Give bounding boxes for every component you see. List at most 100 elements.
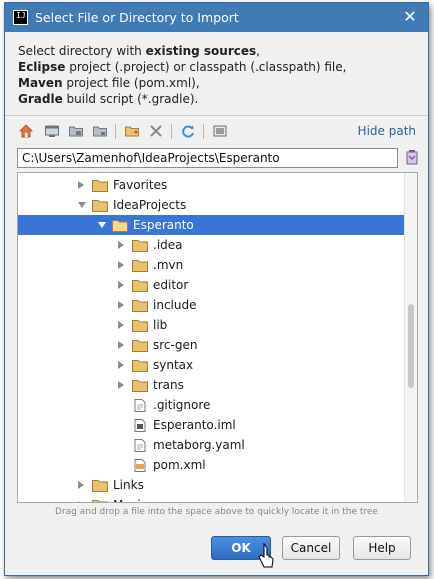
- tree-item-label: Music: [113, 498, 147, 502]
- collapsed-arrow-icon[interactable]: [78, 481, 84, 489]
- expanded-arrow-icon[interactable]: [98, 222, 106, 228]
- tree-row[interactable]: Esperanto: [18, 215, 405, 235]
- project-folder-icon[interactable]: [67, 122, 85, 140]
- collapsed-arrow-icon[interactable]: [118, 261, 124, 269]
- tree-row[interactable]: lib: [18, 315, 405, 335]
- tree-row[interactable]: metaborg.yaml: [18, 435, 405, 455]
- folder-icon: [132, 260, 148, 272]
- new-folder-icon[interactable]: [123, 122, 141, 140]
- tree-row[interactable]: editor: [18, 275, 405, 295]
- tree-item-label: include: [153, 298, 197, 312]
- tree-item-label: .mvn: [153, 258, 184, 272]
- file-tree[interactable]: Music Links pom.xml metaborg.yaml Esperanto.…: [17, 172, 418, 503]
- collapsed-arrow-icon[interactable]: [118, 321, 124, 329]
- dialog-window: IJ Select File or Directory to Import ✕ …: [4, 2, 429, 576]
- description: Select directory with existing sources, …: [18, 43, 418, 107]
- maven-file-icon: [134, 459, 146, 472]
- tree-row[interactable]: .gitignore: [18, 395, 405, 415]
- tree-item-label: src-gen: [153, 338, 198, 352]
- tree-row[interactable]: src-gen: [18, 335, 405, 355]
- dialog-title: Select File or Directory to Import: [35, 10, 239, 25]
- desc-line3-bold: Maven: [18, 76, 63, 90]
- tree-row[interactable]: trans: [18, 375, 405, 395]
- folder-icon: [92, 500, 108, 502]
- collapsed-arrow-icon[interactable]: [118, 381, 124, 389]
- intellij-logo-icon: IJ: [13, 10, 28, 25]
- tree-row[interactable]: Music: [18, 495, 405, 502]
- tree-item-label: syntax: [153, 358, 194, 372]
- close-button[interactable]: ✕: [400, 8, 420, 26]
- show-hidden-icon[interactable]: [211, 122, 229, 140]
- tree-row[interactable]: Links: [18, 475, 405, 495]
- cancel-button[interactable]: Cancel: [282, 536, 340, 560]
- file-icon: [134, 399, 146, 412]
- tree-item-label: Esperanto: [133, 218, 194, 232]
- tree-row[interactable]: pom.xml: [18, 455, 405, 475]
- drag-drop-hint: Drag and drop a file into the space abov…: [55, 507, 378, 517]
- help-button[interactable]: Help: [353, 536, 411, 560]
- path-input[interactable]: C:\Users\Zamenhof\IdeaProjects\Esperanto: [17, 148, 398, 168]
- tree-item-label: IdeaProjects: [113, 198, 187, 212]
- tree-row[interactable]: include: [18, 295, 405, 315]
- tree-item-label: Favorites: [113, 178, 168, 192]
- folder-icon: [132, 380, 148, 392]
- collapsed-arrow-icon[interactable]: [118, 241, 124, 249]
- folder-icon: [132, 320, 148, 332]
- tree-item-label: lib: [153, 318, 168, 332]
- tree-item-label: .idea: [153, 238, 183, 252]
- folder-icon: [132, 280, 148, 292]
- delete-icon[interactable]: [147, 122, 165, 140]
- divider: [5, 115, 428, 116]
- desc-line3-text: project file (pom.xml),: [62, 76, 200, 90]
- desc-line2-bold: Eclipse: [18, 60, 66, 74]
- tree-row[interactable]: Esperanto.iml: [18, 415, 405, 435]
- mouse-pointer-icon: [258, 543, 274, 568]
- scrollbar-thumb[interactable]: [408, 304, 414, 388]
- module-file-icon: [134, 419, 146, 432]
- tree-item-label: Links: [113, 478, 144, 492]
- folder-icon: [132, 300, 148, 312]
- folder-icon: [92, 480, 108, 492]
- tree-row[interactable]: IdeaProjects: [18, 195, 405, 215]
- module-folder-icon[interactable]: [91, 122, 109, 140]
- collapsed-arrow-icon[interactable]: [78, 501, 84, 502]
- toolbar-separator: [203, 124, 204, 139]
- desc-line1-bold: existing sources: [145, 44, 257, 58]
- desktop-icon[interactable]: [43, 122, 61, 140]
- desc-line4-bold: Gradle: [18, 92, 63, 106]
- vertical-scrollbar[interactable]: [404, 173, 417, 502]
- file-icon: [134, 439, 146, 452]
- title-bar[interactable]: IJ Select File or Directory to Import ✕: [5, 3, 428, 32]
- collapsed-arrow-icon[interactable]: [118, 281, 124, 289]
- tree-row[interactable]: .idea: [18, 235, 405, 255]
- collapsed-arrow-icon[interactable]: [78, 181, 84, 189]
- tree-row[interactable]: syntax: [18, 355, 405, 375]
- home-icon[interactable]: [17, 122, 35, 140]
- tree-item-label: pom.xml: [153, 458, 206, 472]
- tree-item-label: editor: [153, 278, 189, 292]
- folder-icon: [92, 200, 108, 212]
- refresh-icon[interactable]: [179, 122, 197, 140]
- folder-icon: [132, 240, 148, 252]
- tree-item-label: trans: [153, 378, 184, 392]
- desc-line1-end: ,: [256, 44, 260, 58]
- tree-row[interactable]: Favorites: [18, 175, 405, 195]
- desc-line2-text: project (.project) or classpath (.classp…: [65, 60, 347, 74]
- desc-line1-text: Select directory with: [18, 44, 146, 58]
- collapsed-arrow-icon[interactable]: [118, 361, 124, 369]
- tree-item-label: .gitignore: [153, 398, 211, 412]
- tree-row[interactable]: .mvn: [18, 255, 405, 275]
- tree-item-label: metaborg.yaml: [153, 438, 245, 452]
- tree-item-label: Esperanto.iml: [153, 418, 236, 432]
- folder-icon: [132, 340, 148, 352]
- expanded-arrow-icon[interactable]: [78, 202, 86, 208]
- folder-icon: [92, 180, 108, 192]
- path-history-icon[interactable]: [405, 148, 419, 166]
- collapsed-arrow-icon[interactable]: [118, 301, 124, 309]
- folder-icon: [132, 360, 148, 372]
- toolbar-separator: [171, 124, 172, 139]
- desc-line4-text: build script (*.gradle).: [62, 92, 199, 106]
- hide-path-link[interactable]: Hide path: [358, 124, 416, 138]
- collapsed-arrow-icon[interactable]: [118, 341, 124, 349]
- folder-icon: [112, 220, 128, 232]
